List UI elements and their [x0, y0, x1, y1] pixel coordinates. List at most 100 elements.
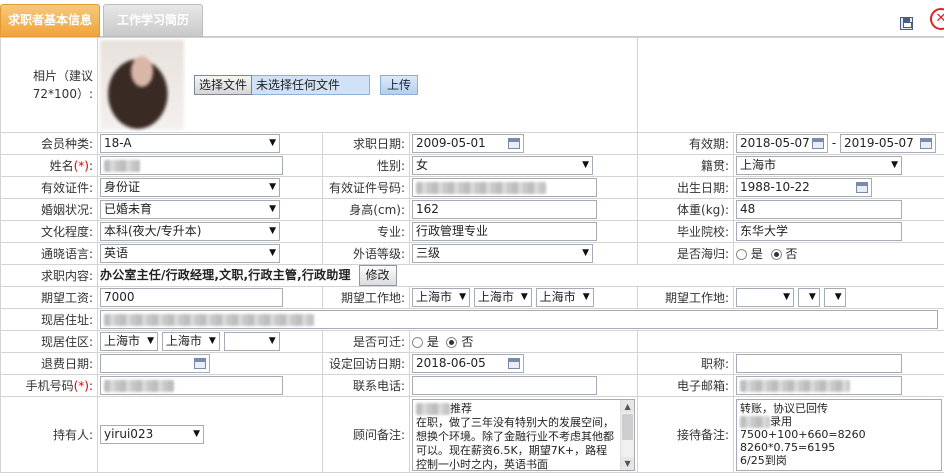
phone-input[interactable] — [412, 376, 597, 395]
work-location2-district-select[interactable]: ▼ — [823, 288, 846, 307]
mobile-label: 手机号码(*): — [0, 374, 98, 397]
gender-select[interactable]: 女 ▼ — [412, 156, 593, 175]
id-number-input[interactable] — [412, 178, 597, 197]
visit-date-input[interactable]: 2018-06-05 — [412, 354, 524, 373]
id-type-select[interactable]: 身份证 ▼ — [100, 178, 280, 197]
scroll-up-icon[interactable]: ▲ — [621, 399, 635, 413]
chevron-down-icon: ▼ — [193, 429, 200, 439]
candidate-photo — [100, 40, 184, 130]
major-input[interactable]: 行政管理专业 — [412, 222, 597, 241]
mobile-input[interactable] — [100, 376, 283, 395]
visit-date-label: 设定回访日期: — [322, 352, 410, 375]
native-place-select[interactable]: 上海市 ▼ — [736, 156, 903, 175]
valid-period-label: 有效期: — [637, 132, 735, 155]
name-input[interactable] — [100, 156, 283, 175]
returnee-no-radio[interactable] — [770, 249, 782, 260]
calendar-icon[interactable] — [508, 358, 520, 369]
returnee-no-label: 否 — [785, 247, 798, 261]
chevron-down-icon: ▼ — [269, 204, 276, 214]
chevron-down-icon: ▼ — [520, 292, 528, 302]
refund-date-input[interactable] — [100, 354, 210, 373]
chevron-down-icon: ▼ — [459, 292, 466, 302]
education-label: 文化程度: — [0, 220, 98, 243]
address-label: 现居住址: — [0, 308, 98, 331]
id-type-label: 有效证件: — [0, 176, 98, 199]
upload-button[interactable]: 上传 — [380, 75, 419, 95]
salary-input[interactable]: 7000 — [100, 288, 283, 307]
refund-date-label: 退费日期: — [0, 352, 98, 375]
job-intent-text: 办公室主任/行政经理,文职,行政主管,行政助理 — [100, 268, 351, 282]
tab-basic-info[interactable]: 求职者基本信息 — [0, 4, 100, 37]
relocate-label: 是否可迁: — [322, 330, 410, 353]
returnee-yes-radio[interactable] — [736, 249, 748, 260]
job-date-label: 求职日期: — [322, 132, 410, 155]
photo-empty-cell — [637, 37, 944, 133]
work-location2-province-select[interactable]: ▼ — [736, 288, 795, 307]
job-date-input[interactable]: 2009-05-01 — [412, 134, 524, 153]
email-input[interactable] — [736, 376, 903, 395]
chevron-down-icon: ▼ — [783, 292, 791, 302]
foreign-level-select[interactable]: 三级 ▼ — [412, 244, 593, 263]
phone-label: 联系电话: — [322, 374, 410, 397]
valid-to-input[interactable]: 2019-05-07 — [840, 134, 937, 153]
email-label: 电子邮箱: — [637, 374, 735, 397]
chevron-down-icon: ▼ — [269, 226, 276, 236]
calendar-icon[interactable] — [508, 138, 520, 149]
chevron-down-icon: ▼ — [208, 336, 216, 346]
relocate-no-radio[interactable] — [446, 337, 458, 348]
work-location-label: 期望工作地: — [322, 286, 410, 309]
language-select[interactable]: 英语 ▼ — [100, 244, 280, 263]
close-icon[interactable]: ✕ — [930, 8, 944, 30]
weight-label: 体重(kg): — [637, 198, 735, 221]
valid-from-input[interactable]: 2018-05-07 — [736, 134, 829, 153]
empty-cell — [637, 330, 944, 353]
work-location2-city-select[interactable]: ▼ — [797, 288, 820, 307]
id-number-label: 有效证件号码: — [322, 176, 410, 199]
calendar-icon[interactable] — [856, 182, 869, 193]
scrollbar[interactable]: ▲ ▼ — [620, 399, 635, 470]
school-label: 毕业院校: — [637, 220, 735, 243]
consultant-note-label: 顾问备注: — [322, 396, 410, 473]
major-label: 专业: — [322, 220, 410, 243]
member-type-select[interactable]: 18-A ▼ — [100, 134, 280, 153]
district-province-select[interactable]: 上海市 ▼ — [100, 332, 158, 351]
holder-select[interactable]: yirui023 ▼ — [100, 425, 204, 444]
address-input[interactable] — [100, 310, 938, 329]
school-input[interactable]: 东华大学 — [736, 222, 903, 241]
consultant-note-textarea[interactable]: 推荐 在职，做了三年没有特别大的发展空间，想换个环境。除了金融行业不考虑其他都可… — [412, 398, 636, 471]
relocate-yes-radio[interactable] — [412, 337, 423, 348]
marital-select[interactable]: 已婚未育 ▼ — [100, 200, 280, 219]
candidate-form: 相片（建议72*100）: 选择文件 未选择任何文件 上传 会员种类: 18-A ▼… — [0, 37, 944, 473]
scroll-down-icon[interactable]: ▼ — [621, 456, 635, 470]
work-location-city-select[interactable]: 上海市 ▼ — [473, 288, 532, 307]
chevron-down-icon: ▼ — [269, 248, 276, 258]
district-city-select[interactable]: 上海市 ▼ — [161, 332, 220, 351]
tab-bar: 求职者基本信息 工作学习简历 ✕ — [0, 0, 944, 37]
district-label: 现居住区: — [0, 330, 98, 353]
calendar-icon[interactable] — [194, 358, 206, 369]
title-input[interactable] — [736, 354, 903, 373]
returnee-label: 是否海归: — [637, 242, 735, 265]
member-type-label: 会员种类: — [0, 132, 98, 155]
calendar-icon[interactable] — [812, 138, 825, 149]
work-location-province-select[interactable]: 上海市 ▼ — [412, 288, 470, 307]
birth-date-input[interactable]: 1988-10-22 — [736, 178, 873, 197]
returnee-yes-label: 是 — [750, 247, 763, 261]
work-location2-label: 期望工作地: — [637, 286, 735, 309]
height-input[interactable]: 162 — [412, 200, 597, 219]
save-icon[interactable] — [900, 17, 913, 30]
weight-input[interactable]: 48 — [736, 200, 903, 219]
chevron-down-icon: ▼ — [582, 248, 589, 258]
choose-file-button[interactable]: 选择文件 — [194, 75, 253, 95]
tab-resume[interactable]: 工作学习简历 — [103, 4, 203, 37]
district-area-select[interactable]: ▼ — [223, 332, 280, 351]
reception-note-textarea[interactable]: 转账，协议已回传 录用 7500+100+660=8260 8260*0.75=… — [736, 398, 943, 471]
title-label: 职称: — [637, 352, 735, 375]
holder-label: 持有人: — [0, 396, 98, 473]
work-location-district-select[interactable]: 上海市 ▼ — [535, 288, 594, 307]
education-select[interactable]: 本科(夜大/专升本) ▼ — [100, 222, 280, 241]
edit-intent-button[interactable]: 修改 — [358, 265, 397, 286]
scroll-thumb[interactable] — [622, 413, 634, 440]
calendar-icon[interactable] — [920, 138, 933, 149]
relocate-yes-label: 是 — [426, 335, 439, 349]
